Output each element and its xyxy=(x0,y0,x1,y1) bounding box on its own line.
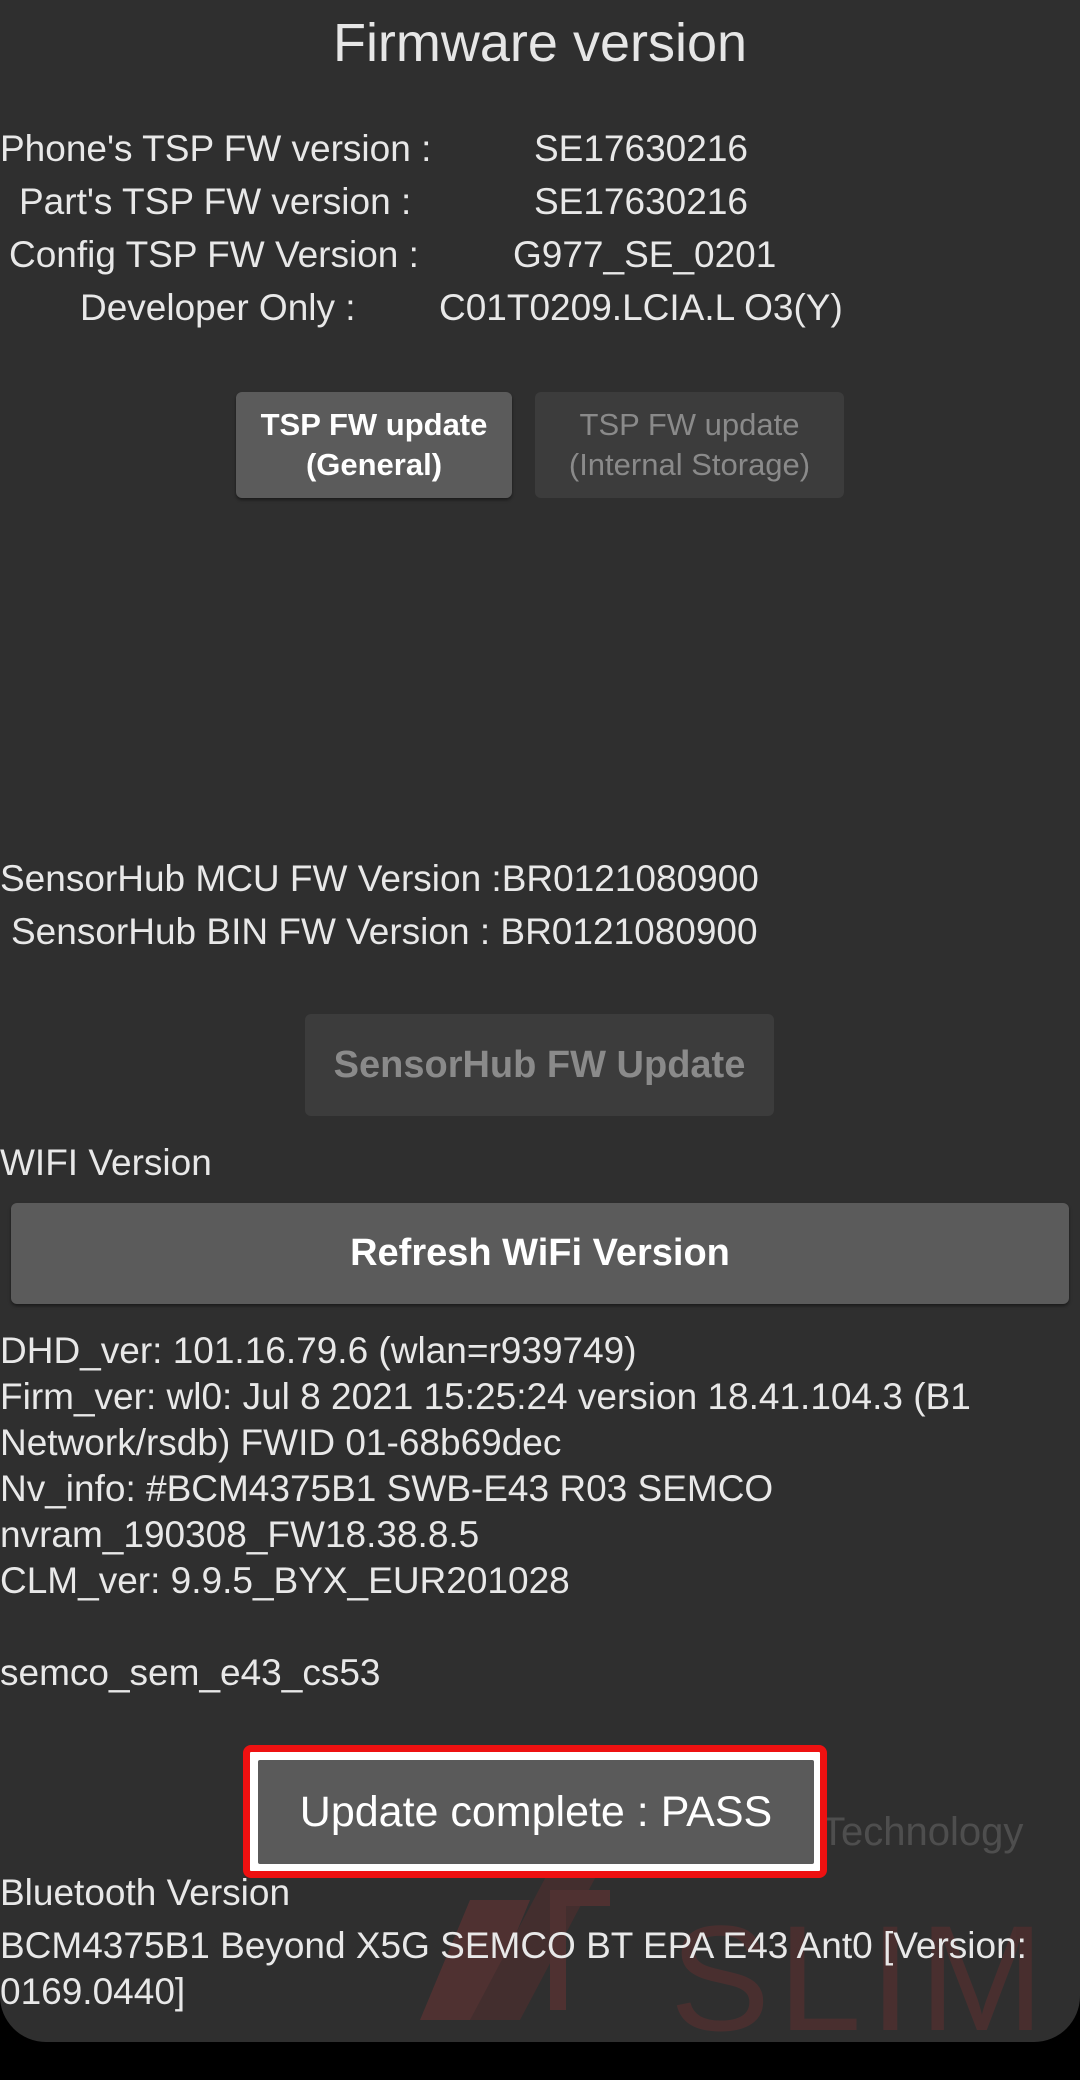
wifi-info-line: CLM_ver: 9.9.5_BYX_EUR201028 xyxy=(0,1560,570,1601)
refresh-wifi-version-button[interactable]: Refresh WiFi Version xyxy=(11,1203,1069,1304)
update-complete-pass-button[interactable]: Update complete : PASS xyxy=(258,1760,814,1864)
config-tsp-label: Config TSP FW Version : xyxy=(9,234,419,275)
config-tsp-value: G977_SE_0201 xyxy=(513,234,777,275)
watermark-brand: SLIM xyxy=(670,1894,1052,2040)
developer-only-value: C01T0209.LCIA.L O3(Y) xyxy=(439,287,843,328)
wifi-info-line: semco_sem_e43_cs53 xyxy=(0,1652,381,1693)
wifi-info-line: Nv_info: #BCM4375B1 SWB-E43 R03 SEMCO xyxy=(0,1468,774,1509)
tsp-internal-line2: (Internal Storage) xyxy=(568,447,811,482)
phone-tsp-label: Phone's TSP FW version : xyxy=(0,128,432,169)
wifi-heading: WIFI Version xyxy=(0,1142,212,1183)
bluetooth-heading: Bluetooth Version xyxy=(0,1872,291,1913)
wifi-info-line: nvram_190308_FW18.38.8.5 xyxy=(0,1514,480,1555)
part-tsp-label: Part's TSP FW version : xyxy=(19,181,412,222)
bluetooth-info-line: BCM4375B1 Beyond X5G SEMCO BT EPA E43 An… xyxy=(0,1925,1027,1966)
tsp-fw-update-internal-button[interactable]: TSP FW update (Internal Storage) xyxy=(535,392,844,498)
developer-only-label: Developer Only : xyxy=(80,287,356,328)
phone-tsp-value: SE17630216 xyxy=(534,128,748,169)
wifi-info-line: Firm_ver: wl0: Jul 8 2021 15:25:24 versi… xyxy=(0,1376,971,1417)
wifi-info-line: Network/rsdb) FWID 01-68b69dec xyxy=(0,1422,562,1463)
firmware-screen: SLIM Internet Technology Firmware versio… xyxy=(0,0,1080,2042)
tsp-fw-update-general-button[interactable]: TSP FW update (General) xyxy=(236,392,512,498)
tsp-internal-line1: TSP FW update xyxy=(579,407,800,442)
tsp-general-line1: TSP FW update xyxy=(260,407,488,442)
part-tsp-value: SE17630216 xyxy=(534,181,748,222)
tsp-general-line2: (General) xyxy=(305,447,443,482)
bluetooth-info-line: 0169.0440] xyxy=(0,1971,186,2012)
wifi-info-line: DHD_ver: 101.16.79.6 (wlan=r939749) xyxy=(0,1330,637,1371)
sensorhub-mcu-version: SensorHub MCU FW Version :BR0121080900 xyxy=(0,858,759,899)
page-title: Firmware version xyxy=(332,13,748,73)
sensorhub-fw-update-button[interactable]: SensorHub FW Update xyxy=(305,1014,774,1116)
sensorhub-bin-version: SensorHub BIN FW Version : BR0121080900 xyxy=(11,911,758,952)
